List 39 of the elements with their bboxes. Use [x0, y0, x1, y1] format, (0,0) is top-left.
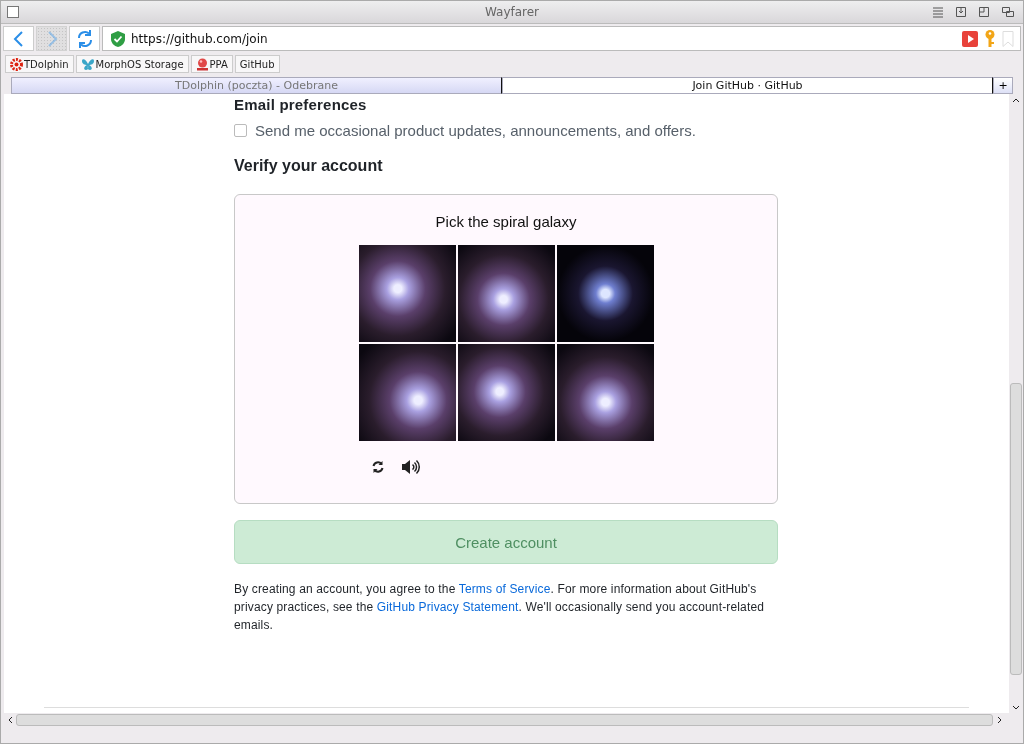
zoom-icon[interactable] [978, 6, 990, 18]
galaxy-photo-placeholder[interactable] [358, 344, 456, 441]
galaxy-photo-placeholder[interactable] [358, 245, 456, 342]
iconify-icon[interactable] [955, 6, 967, 18]
back-button[interactable] [3, 26, 34, 51]
section-heading: Email preferences [234, 96, 368, 113]
butterfly-icon [80, 57, 95, 71]
legal-link[interactable]: Terms of Service [458, 582, 551, 596]
horizontal-scrollbar-thumb[interactable] [16, 714, 993, 726]
address-field[interactable]: https://github.com/join [102, 26, 1021, 51]
gear-icon [10, 57, 23, 71]
vertical-scrollbar-thumb[interactable] [1010, 382, 1022, 675]
window-close-button[interactable] [7, 6, 19, 18]
section-heading: Verify your account [234, 157, 384, 175]
checkbox-label: Send me occasional product updates, announcements, and offers. [255, 122, 696, 139]
galaxy-photo-placeholder[interactable] [457, 245, 555, 342]
reload-button[interactable] [69, 26, 100, 51]
galaxy-photo-placeholder[interactable] [556, 245, 654, 342]
galaxy-photo-placeholder[interactable] [457, 344, 555, 441]
url-text: https://github.com/join [131, 31, 268, 46]
updates-checkbox[interactable] [234, 124, 247, 137]
bookmark-button[interactable]: TDolphin [5, 55, 74, 73]
refresh-icon[interactable] [371, 460, 385, 474]
play-icon[interactable] [962, 30, 978, 47]
captcha-prompt: Pick the spiral galaxy [435, 213, 577, 230]
window-title: Wayfarer [484, 5, 540, 19]
shield-check-icon [111, 30, 125, 47]
browser-tab[interactable]: TDolphin (poczta) - Odebrane [11, 77, 502, 94]
browser-tab[interactable]: Join GitHub · GitHub [502, 77, 993, 94]
new-tab-button[interactable]: + [993, 77, 1013, 94]
reload-icon [75, 28, 94, 49]
bookmark-button[interactable]: MorphOS Storage [75, 55, 189, 73]
speaker-icon[interactable] [401, 459, 421, 475]
ball-icon [195, 57, 209, 71]
galaxy-photo-placeholder[interactable] [556, 344, 654, 441]
legal-notice: By creating an account, you agree to the Terms of Service. For more information about GitHub's privacy practices, see the GitHub Privacy Statement. We'll occasionally send you account-related emails. [234, 581, 766, 634]
bookmark-button[interactable]: PPA [190, 55, 233, 73]
bookmark-button[interactable]: GitHub [234, 55, 280, 73]
depth-icon[interactable] [1001, 6, 1015, 18]
